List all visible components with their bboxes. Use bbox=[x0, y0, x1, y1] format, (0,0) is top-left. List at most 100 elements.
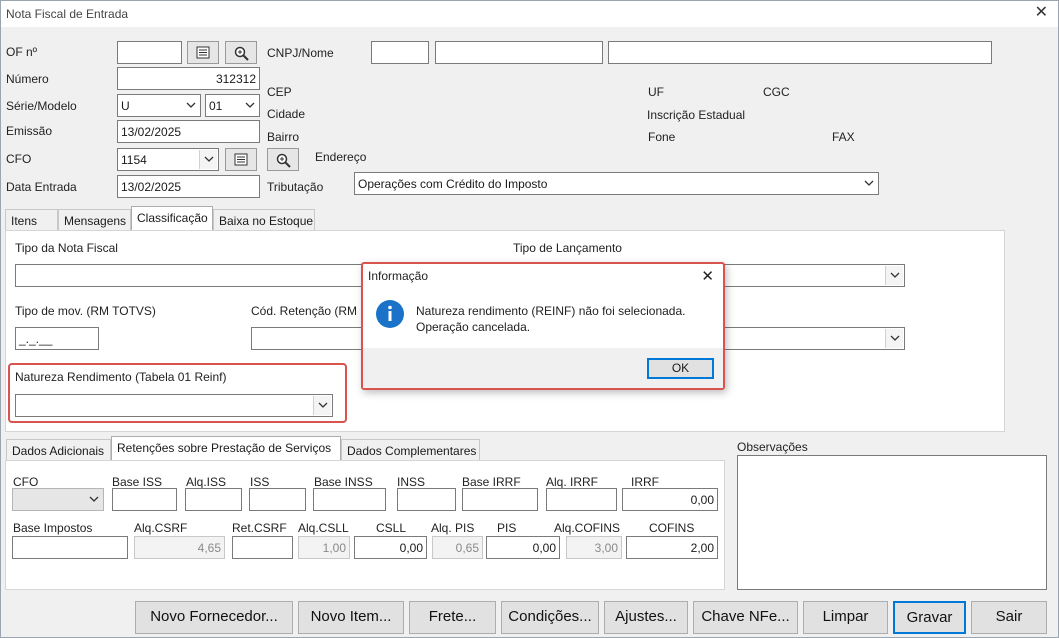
chevron-down-icon bbox=[186, 102, 196, 108]
irrf-input[interactable]: 0,00 bbox=[622, 488, 718, 511]
sair-button[interactable]: Sair bbox=[971, 601, 1047, 634]
tipo-mov-input[interactable]: _._.__ bbox=[15, 327, 99, 350]
dialog-close-icon[interactable]: ✕ bbox=[701, 267, 714, 285]
tipo-mov-label: Tipo de mov. (RM TOTVS) bbox=[15, 304, 156, 318]
nome-input[interactable] bbox=[608, 41, 992, 64]
gravar-button[interactable]: Gravar bbox=[893, 601, 966, 634]
chevron-down-icon bbox=[318, 402, 328, 408]
alq-irrf-label: Alq. IRRF bbox=[546, 475, 599, 489]
alq-csrf-input: 4,65 bbox=[134, 536, 225, 559]
tipo-nota-label: Tipo da Nota Fiscal bbox=[15, 241, 118, 255]
chevron-down-icon bbox=[864, 180, 874, 186]
novo-item-button[interactable]: Novo Item... bbox=[298, 601, 404, 634]
ret-csrf-input[interactable] bbox=[232, 536, 293, 559]
data-entrada-label: Data Entrada bbox=[6, 180, 77, 194]
cfo-list-button[interactable] bbox=[225, 148, 257, 171]
dialog-message-line1: Natureza rendimento (REINF) não foi sele… bbox=[416, 304, 686, 318]
of-input[interactable] bbox=[117, 41, 182, 64]
numero-label: Número bbox=[6, 72, 49, 86]
alq-cofins-label: Alq.COFINS bbox=[554, 521, 621, 535]
base-inss-label: Base INSS bbox=[314, 475, 373, 489]
irrf-label: IRRF bbox=[631, 475, 659, 489]
chave-nfe-button[interactable]: Chave NFe... bbox=[693, 601, 798, 634]
fone-label: Fone bbox=[648, 130, 676, 144]
ajustes-button[interactable]: Ajustes... bbox=[604, 601, 688, 634]
base-irrf-input[interactable] bbox=[462, 488, 538, 511]
tributacao-select[interactable]: Operações com Crédito do Imposto bbox=[354, 172, 879, 195]
natureza-dropdown[interactable] bbox=[313, 396, 331, 415]
csll-label: CSLL bbox=[376, 521, 407, 535]
base-inss-input[interactable] bbox=[313, 488, 386, 511]
cod-retencao-dropdown[interactable] bbox=[885, 329, 903, 348]
chevron-down-icon bbox=[890, 272, 900, 278]
alq-irrf-input[interactable] bbox=[546, 488, 617, 511]
tab-baixa-estoque[interactable]: Baixa no Estoque bbox=[213, 209, 315, 231]
chevron-down-icon bbox=[890, 335, 900, 341]
tributacao-value: Operações com Crédito do Imposto bbox=[358, 177, 548, 191]
tab-dados-adicionais[interactable]: Dados Adicionais bbox=[6, 439, 111, 461]
tab-dados-complementares[interactable]: Dados Complementares bbox=[341, 439, 480, 461]
alq-pis-label: Alq. PIS bbox=[431, 521, 475, 535]
ret-cfo-label: CFO bbox=[13, 475, 39, 489]
csll-input[interactable]: 0,00 bbox=[354, 536, 427, 559]
fornecedor-code-input[interactable] bbox=[371, 41, 429, 64]
close-icon[interactable]: ✕ bbox=[1035, 5, 1048, 21]
ok-button[interactable]: OK bbox=[647, 358, 714, 379]
dialog-footer: OK bbox=[363, 348, 723, 388]
cfo-dropdown[interactable] bbox=[199, 150, 217, 169]
base-impostos-input[interactable] bbox=[12, 536, 128, 559]
tab-mensagens[interactable]: Mensagens bbox=[58, 209, 131, 231]
nota-fiscal-window: Nota Fiscal de Entrada ✕ OF nº Número 31… bbox=[0, 0, 1059, 638]
cnpj-input[interactable] bbox=[435, 41, 603, 64]
data-entrada-input[interactable]: 13/02/2025 bbox=[117, 175, 260, 198]
alq-cofins-input: 3,00 bbox=[566, 536, 622, 559]
observacoes-label: Observações bbox=[737, 440, 808, 454]
inscricao-label: Inscrição Estadual bbox=[647, 108, 746, 122]
cfo-search-button[interactable] bbox=[267, 148, 299, 171]
ret-csrf-label: Ret.CSRF bbox=[232, 521, 287, 535]
tipo-lancamento-dropdown[interactable] bbox=[885, 266, 903, 285]
inss-label: INSS bbox=[397, 475, 426, 489]
cidade-label: Cidade bbox=[267, 107, 306, 121]
condicoes-button[interactable]: Condições... bbox=[501, 601, 599, 634]
chevron-down-icon bbox=[89, 496, 99, 502]
emissao-input[interactable]: 13/02/2025 bbox=[117, 120, 260, 143]
cnpj-label: CNPJ/Nome bbox=[267, 46, 334, 60]
iss-label: ISS bbox=[250, 475, 270, 489]
tab-classificacao[interactable]: Classificação bbox=[131, 206, 213, 230]
alq-csll-input: 1,00 bbox=[298, 536, 350, 559]
alq-iss-label: Alq.ISS bbox=[186, 475, 227, 489]
observacoes-textarea[interactable] bbox=[737, 455, 1047, 590]
ret-cfo-select[interactable] bbox=[12, 488, 104, 511]
limpar-button[interactable]: Limpar bbox=[803, 601, 888, 634]
alq-iss-input[interactable] bbox=[185, 488, 242, 511]
alq-pis-input: 0,65 bbox=[432, 536, 483, 559]
of-search-button[interactable] bbox=[225, 41, 257, 64]
base-iss-label: Base ISS bbox=[112, 475, 163, 489]
serie-select[interactable]: U bbox=[117, 94, 201, 117]
cfo-select[interactable]: 1154 bbox=[117, 148, 219, 171]
cofins-input[interactable]: 2,00 bbox=[626, 536, 718, 559]
endereco-label: Endereço bbox=[315, 150, 367, 164]
novo-fornecedor-button[interactable]: Novo Fornecedor... bbox=[135, 601, 293, 634]
emissao-label: Emissão bbox=[6, 124, 53, 138]
inss-input[interactable] bbox=[397, 488, 456, 511]
base-iss-input[interactable] bbox=[112, 488, 177, 511]
tab-retencoes[interactable]: Retenções sobre Prestação de Serviços bbox=[111, 436, 341, 460]
numero-input[interactable]: 312312 bbox=[117, 67, 260, 90]
tipo-lancamento-label: Tipo de Lançamento bbox=[513, 241, 622, 255]
of-list-button[interactable] bbox=[187, 41, 219, 64]
natureza-select[interactable] bbox=[15, 394, 333, 417]
tab-itens[interactable]: Itens bbox=[5, 209, 58, 231]
pis-input[interactable]: 0,00 bbox=[486, 536, 560, 559]
fax-label: FAX bbox=[832, 130, 855, 144]
zoom-search-icon bbox=[234, 46, 249, 61]
modelo-select[interactable]: 01 bbox=[205, 94, 260, 117]
iss-input[interactable] bbox=[249, 488, 306, 511]
serie-label: Série/Modelo bbox=[6, 99, 77, 113]
frete-button[interactable]: Frete... bbox=[409, 601, 496, 634]
modelo-value: 01 bbox=[209, 99, 223, 113]
chevron-down-icon bbox=[204, 156, 214, 162]
list-icon bbox=[196, 46, 210, 59]
of-label: OF nº bbox=[6, 45, 38, 59]
